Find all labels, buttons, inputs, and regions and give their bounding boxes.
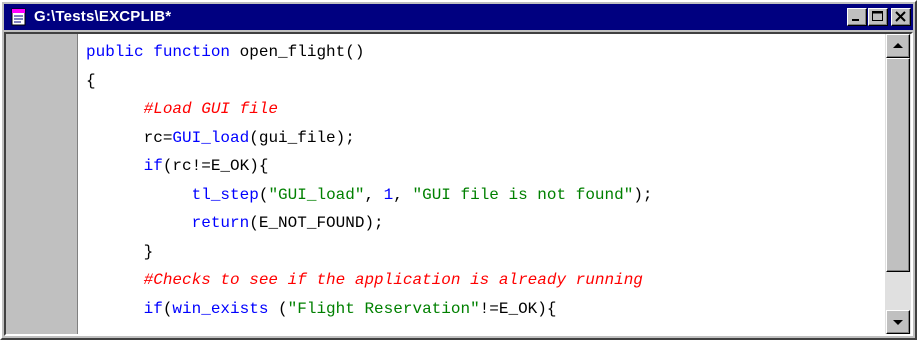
code-keyword: public: [86, 43, 144, 61]
code-text: (: [162, 299, 173, 318]
code-text: !=E_OK){: [479, 299, 557, 318]
code-line[interactable]: rc=GUI_load(gui_file);: [86, 124, 355, 152]
code-text: (gui_file);: [249, 128, 355, 147]
line-gutter[interactable]: [6, 34, 78, 334]
close-button[interactable]: [891, 8, 911, 26]
scroll-thumb[interactable]: [886, 58, 910, 272]
code-keyword: win_exists: [172, 299, 269, 318]
code-text: }: [86, 242, 154, 261]
code-keyword: return: [191, 214, 250, 232]
code-line[interactable]: #Checks to see if the application is alr…: [86, 266, 643, 294]
code-string: "Flight Reservation": [287, 299, 480, 318]
code-line[interactable]: #Load GUI file: [86, 95, 278, 123]
code-keyword: GUI_load: [172, 128, 250, 147]
code-keyword: tl_step: [191, 185, 259, 204]
code-line[interactable]: }: [86, 238, 154, 266]
code-text: {: [86, 71, 96, 90]
code-text: );: [633, 185, 653, 204]
code-line[interactable]: {: [86, 67, 96, 95]
code-line[interactable]: public function open_flight(): [86, 38, 364, 66]
maximize-icon: [872, 11, 883, 21]
code-comment: #Checks to see if the application is alr…: [143, 271, 643, 289]
code-text: (: [268, 299, 288, 318]
code-string: "GUI file is not found": [412, 185, 634, 204]
code-text: ,: [393, 185, 413, 204]
arrow-down-icon: [893, 320, 903, 325]
code-text: ,: [364, 185, 384, 204]
editor-window: G:\Tests\EXCPLIB* public function open_f…: [0, 0, 917, 340]
code-text: (: [258, 185, 269, 204]
arrow-up-icon: [893, 43, 903, 48]
code-line[interactable]: tl_step("GUI_load", 1, "GUI file is not …: [86, 181, 653, 209]
scroll-down-button[interactable]: [886, 310, 910, 334]
code-line[interactable]: if(win_exists ("Flight Reservation"!=E_O…: [86, 295, 557, 323]
code-keyword: function: [153, 43, 231, 61]
code-line[interactable]: if(rc!=E_OK){: [86, 152, 269, 180]
maximize-button[interactable]: [868, 8, 888, 26]
code-text: open_flight(): [230, 43, 365, 61]
code-text: (rc!=E_OK){: [162, 157, 269, 175]
code-text: rc=: [86, 128, 173, 147]
scroll-up-button[interactable]: [886, 34, 910, 58]
code-keyword: if: [143, 157, 163, 175]
code-keyword: 1: [383, 185, 394, 204]
window-title: G:\Tests\EXCPLIB*: [34, 8, 172, 25]
minimize-icon: [852, 19, 859, 21]
code-line[interactable]: return(E_NOT_FOUND);: [86, 209, 384, 237]
code-editor[interactable]: public function open_flight() { #Load GUI…: [78, 34, 885, 334]
code-string: "GUI_load": [268, 185, 365, 204]
document-icon[interactable]: [10, 8, 28, 26]
code-keyword: if: [143, 299, 163, 318]
close-icon: [895, 11, 906, 22]
minimize-button[interactable]: [847, 8, 867, 26]
code-text: (E_NOT_FOUND);: [249, 214, 384, 232]
title-bar[interactable]: G:\Tests\EXCPLIB*: [4, 4, 913, 30]
vertical-scrollbar[interactable]: [885, 34, 911, 334]
editor-client-area: public function open_flight() { #Load GUI…: [4, 32, 913, 336]
code-comment: #Load GUI file: [143, 100, 279, 118]
